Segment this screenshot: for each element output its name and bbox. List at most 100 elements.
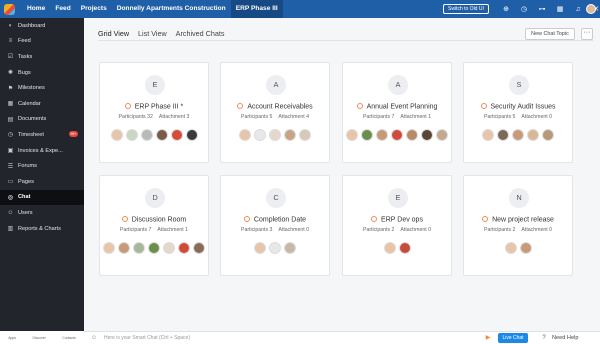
chat-title[interactable]: ERP Dev ops xyxy=(381,217,423,224)
sidebar-item-tasks[interactable]: ☑ Tasks xyxy=(0,49,84,65)
chat-card[interactable]: E ERP Dev ops Participants 2 Attachment 0 xyxy=(342,175,452,276)
participant-avatar[interactable] xyxy=(178,242,190,254)
participant-avatar[interactable] xyxy=(254,129,266,141)
chat-meta: Participants 2 Attachment 0 xyxy=(343,227,451,233)
sidebar-item-chat[interactable]: ◎ Chat xyxy=(0,189,84,206)
chat-bubble-icon xyxy=(121,216,128,222)
attachments-count: Attachment 0 xyxy=(278,227,309,233)
participant-avatar[interactable] xyxy=(155,129,168,141)
switch-ui-button[interactable]: Switch to Old UI xyxy=(443,4,489,14)
new-chat-topic-button[interactable]: New Chat Topic xyxy=(525,28,575,40)
nav-home[interactable]: Home xyxy=(22,0,50,18)
sidebar-item-dashboard[interactable]: ◐ Dashboard xyxy=(0,18,84,34)
participant-avatar[interactable] xyxy=(284,242,296,254)
chat-card[interactable]: E ERP Phase III * Participants 32 Attachmen… xyxy=(99,62,209,163)
participant-avatar[interactable] xyxy=(170,129,183,141)
participant-avatar[interactable] xyxy=(512,129,524,141)
sidebar-item-invoices-expe[interactable]: ▣ Invoices & Expe... xyxy=(0,143,84,159)
nav-erp-phase-iii[interactable]: ERP Phase III xyxy=(230,0,283,18)
nav-projects[interactable]: Projects xyxy=(76,0,112,18)
participant-avatar[interactable] xyxy=(254,242,266,254)
chat-title[interactable]: New project release xyxy=(492,217,554,224)
participant-avatar[interactable] xyxy=(110,129,123,141)
sidebar-item-bugs[interactable]: ✺ Bugs xyxy=(0,65,84,81)
sidebar-item-forums[interactable]: ☰ Forums xyxy=(0,158,84,174)
sidebar-item-users[interactable]: ☺ Users xyxy=(0,205,84,221)
chat-card[interactable]: S Security Audit Issues Participants 5 Atta… xyxy=(463,62,573,163)
need-help-link[interactable]: Need Help xyxy=(552,335,578,341)
user-avatar[interactable] xyxy=(586,4,596,14)
participant-avatar[interactable] xyxy=(519,242,532,254)
count-badge: 99+ xyxy=(69,131,78,138)
participant-avatar[interactable] xyxy=(391,129,403,141)
participant-avatar[interactable] xyxy=(140,129,153,141)
participant-avatar[interactable] xyxy=(376,129,388,141)
participant-avatar[interactable] xyxy=(497,129,509,141)
participant-avatar[interactable] xyxy=(482,129,494,141)
participant-avatar[interactable] xyxy=(542,129,554,141)
app-logo[interactable] xyxy=(0,0,18,18)
chat-title[interactable]: Annual Event Planning xyxy=(367,104,438,111)
participant-avatar[interactable] xyxy=(299,129,311,141)
participant-avatar[interactable] xyxy=(148,242,160,254)
participant-avatar[interactable] xyxy=(398,242,411,254)
sidebar-item-pages[interactable]: ▭ Pages xyxy=(0,174,84,190)
participant-avatar[interactable] xyxy=(118,242,130,254)
participant-avatar[interactable] xyxy=(504,242,517,254)
calendar-icon[interactable]: ▦ xyxy=(551,5,569,13)
participant-avatar[interactable] xyxy=(163,242,175,254)
participant-avatar[interactable] xyxy=(361,129,373,141)
chat-card[interactable]: D Discussion Room Participants 7 Attachment… xyxy=(99,175,209,276)
chat-meta: Participants 7 Attachment 1 xyxy=(100,227,208,233)
participant-avatar[interactable] xyxy=(269,242,281,254)
footer-contacts[interactable]: Contacts xyxy=(62,336,75,340)
participant-avatar[interactable] xyxy=(527,129,539,141)
participant-avatar[interactable] xyxy=(421,129,433,141)
chat-title[interactable]: ERP Phase III * xyxy=(135,104,184,111)
sidebar-item-documents[interactable]: ▤ Documents xyxy=(0,112,84,128)
sidebar-item-calendar[interactable]: ▦ Calendar xyxy=(0,96,84,112)
nav-project-name[interactable]: Donnelly Apartments Construction xyxy=(112,0,231,18)
participant-avatar[interactable] xyxy=(383,242,396,254)
chat-card[interactable]: A Account Receivables Participants 5 Attach… xyxy=(220,62,330,163)
sidebar-item-milestones[interactable]: ⚑ Milestones xyxy=(0,80,84,96)
help-icon[interactable]: ? xyxy=(540,334,548,342)
participant-avatar[interactable] xyxy=(284,129,296,141)
chat-card[interactable]: N New project release Participants 2 Attach… xyxy=(463,175,573,276)
footer-discover[interactable]: Discover xyxy=(33,336,46,340)
participant-avatar[interactable] xyxy=(125,129,138,141)
chat-title-row: ERP Phase III * xyxy=(100,103,208,111)
participant-avatar[interactable] xyxy=(193,242,205,254)
sidebar-item-reports-charts[interactable]: ▥ Reports & Charts xyxy=(0,221,84,237)
chat-title[interactable]: Completion Date xyxy=(254,217,306,224)
timer-icon[interactable]: ◷ xyxy=(515,5,533,13)
chat-initial: E xyxy=(145,75,165,95)
participant-avatar[interactable] xyxy=(185,129,198,141)
participant-avatar[interactable] xyxy=(269,129,281,141)
add-icon[interactable]: ⊕ xyxy=(497,5,515,13)
participant-avatar[interactable] xyxy=(436,129,448,141)
smart-chat-input[interactable]: Here is your Smart Chat (Ctrl + Space) xyxy=(104,335,190,341)
gamepad-icon[interactable]: ⊶ xyxy=(533,5,551,13)
sidebar-item-feed[interactable]: ≡ Feed xyxy=(0,34,84,50)
participant-avatar[interactable] xyxy=(406,129,418,141)
chat-card[interactable]: C Completion Date Participants 3 Attachment… xyxy=(220,175,330,276)
participant-avatar[interactable] xyxy=(346,129,358,141)
more-options-button[interactable]: ··· xyxy=(581,28,593,40)
participant-avatar[interactable] xyxy=(239,129,251,141)
live-chat-button[interactable]: Live Chat xyxy=(498,333,528,343)
chat-title[interactable]: Discussion Room xyxy=(132,217,186,224)
chat-title[interactable]: Account Receivables xyxy=(247,104,312,111)
sidebar-item-timesheet[interactable]: ◷ Timesheet 99+ xyxy=(0,127,84,143)
footer-apps[interactable]: Apps xyxy=(8,336,16,340)
participant-avatar[interactable] xyxy=(133,242,145,254)
play-icon[interactable]: ▶ xyxy=(484,334,492,342)
attachments-count: Attachment 4 xyxy=(278,114,309,120)
nav-feed[interactable]: Feed xyxy=(50,0,75,18)
chat-title[interactable]: Security Audit Issues xyxy=(491,104,556,111)
bell-icon[interactable]: ♫ xyxy=(569,6,587,13)
chat-card[interactable]: A Annual Event Planning Participants 7 Atta… xyxy=(342,62,452,163)
participant-avatars xyxy=(343,129,451,141)
sidebar-item-label: Calendar xyxy=(18,100,41,107)
participant-avatar[interactable] xyxy=(103,242,115,254)
